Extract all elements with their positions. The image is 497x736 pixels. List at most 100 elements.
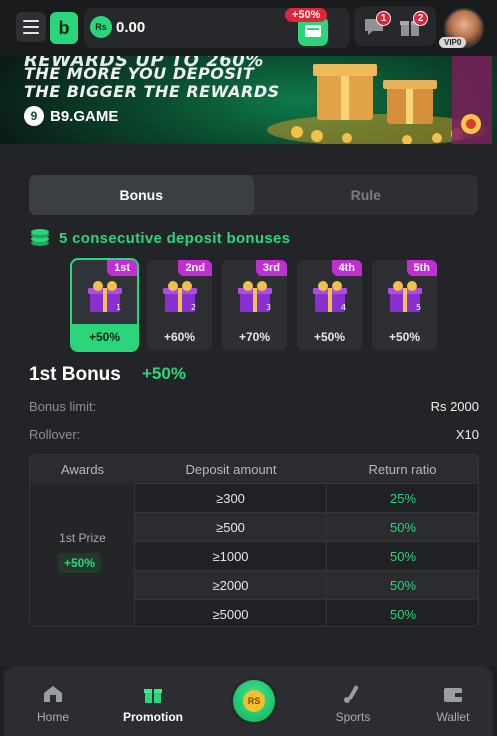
- prize-percent: +50%: [58, 553, 102, 573]
- column-header-awards: Awards: [60, 461, 105, 477]
- balance-amount: 0.00: [116, 19, 146, 36]
- brand-logo-icon: 9: [24, 106, 44, 126]
- menu-button[interactable]: [16, 12, 46, 42]
- banner-line-2: THE MORE YOU DEPOSIT: [24, 64, 255, 83]
- menu-icon-bar: [23, 20, 39, 22]
- bonus-limit-value: Rs 2000: [430, 399, 479, 414]
- banner-brand-name: B9.GAME: [50, 107, 119, 125]
- svg-text:2: 2: [191, 303, 196, 312]
- svg-text:3: 3: [266, 303, 271, 312]
- svg-text:5: 5: [416, 303, 421, 312]
- card-tag: 2nd: [178, 260, 212, 276]
- gift-box-icon: 1: [88, 281, 122, 312]
- balance-box: Rs 0.00 +50%: [84, 8, 350, 48]
- return-ratio-cell: 25%: [389, 490, 417, 506]
- gift-icon: [144, 689, 162, 703]
- vip-level-tag: VIP0: [439, 37, 467, 48]
- return-ratio-cell: 50%: [389, 519, 417, 535]
- table-row: ≥300 25%: [135, 483, 478, 512]
- menu-icon-bar: [23, 32, 39, 34]
- bonus-card-5[interactable]: 5th 5 +50%: [372, 260, 437, 350]
- bonus-card-1[interactable]: 1st 1 +50%: [70, 258, 139, 352]
- nav-sports-label: Sports: [335, 710, 371, 724]
- wallet-icon: [305, 25, 321, 37]
- message-count-badge: 1: [376, 11, 391, 26]
- svg-text:4: 4: [341, 303, 346, 312]
- menu-icon-bar: [23, 26, 39, 28]
- bonus-card-4[interactable]: 4th 4 +50%: [297, 260, 362, 350]
- app-logo[interactable]: b: [50, 12, 78, 44]
- prize-name: 1st Prize: [59, 531, 106, 545]
- table-row: ≥1000 50%: [135, 541, 478, 570]
- bonus-tabs: Bonus Rule: [29, 175, 478, 215]
- return-ratio-cell: 50%: [389, 548, 417, 564]
- gift-box-icon: 2: [163, 281, 197, 312]
- gift-box-coins-illustration: [267, 50, 492, 144]
- card-percent: +50%: [313, 330, 346, 344]
- card-percent: +60%: [163, 330, 196, 344]
- coins-icon: [31, 229, 49, 246]
- rupee-coin-icon: RS: [243, 690, 265, 712]
- rollover-row: Rollover: X10: [29, 427, 479, 442]
- rollover-value: X10: [455, 427, 479, 442]
- header-icon-group: 1 2: [354, 6, 436, 46]
- center-coin-button[interactable]: RS: [233, 680, 275, 722]
- nav-promotion-label: Promotion: [123, 710, 183, 724]
- bonus-card-2[interactable]: 2nd 2 +60%: [147, 260, 212, 350]
- gift-box-icon: 4: [313, 281, 347, 312]
- bonus-content: Bonus Rule 5 consecutive deposit bonuses…: [0, 144, 497, 666]
- card-percent: +50%: [72, 324, 137, 350]
- table-row: ≥500 50%: [135, 512, 478, 541]
- bonus-heading: 5 consecutive deposit bonuses: [29, 228, 290, 248]
- card-percent: +50%: [388, 330, 421, 344]
- tab-rule[interactable]: Rule: [254, 175, 479, 215]
- svg-text:1: 1: [116, 303, 121, 312]
- wallet-icon: [444, 688, 462, 702]
- home-icon: [44, 686, 62, 702]
- card-tag: 5th: [406, 260, 437, 276]
- card-tag: 4th: [331, 260, 362, 276]
- gift-count-badge: 2: [413, 11, 428, 26]
- deposit-amount-cell: ≥300: [135, 484, 327, 512]
- rollover-label: Rollover:: [29, 427, 81, 442]
- rupee-coin-icon: Rs: [90, 16, 112, 38]
- cricket-icon: [344, 685, 359, 703]
- gift-box-icon: 5: [388, 281, 422, 312]
- table-row: ≥5000 50%: [135, 599, 478, 626]
- card-tag: 1st: [107, 260, 137, 276]
- bonus-heading-text: 5 consecutive deposit bonuses: [59, 229, 291, 247]
- nav-home[interactable]: Home: [8, 684, 98, 724]
- deposit-amount-cell: ≥5000: [135, 600, 327, 626]
- banner-brand: 9 B9.GAME: [24, 106, 118, 126]
- bottom-navigation: Home Promotion RS Sports Wallet: [4, 666, 493, 736]
- deposit-amount-cell: ≥500: [135, 513, 327, 541]
- bonus-limit-label: Bonus limit:: [29, 399, 97, 414]
- nav-promotion[interactable]: Promotion: [108, 684, 198, 724]
- prize-cell: 1st Prize +50%: [30, 483, 135, 626]
- awards-table: Awards Deposit amount Return ratio 1st P…: [29, 454, 479, 627]
- deposit-amount-cell: ≥2000: [135, 571, 327, 599]
- column-header-deposit: Deposit amount: [185, 461, 277, 477]
- column-header-return: Return ratio: [368, 461, 437, 477]
- card-tag: 3rd: [255, 260, 287, 276]
- table-row: ≥2000 50%: [135, 570, 478, 599]
- table-header: Awards Deposit amount Return ratio: [30, 455, 478, 483]
- deposit-amount-cell: ≥1000: [135, 542, 327, 570]
- top-header: b Rs 0.00 +50% 1 2 VIP0: [0, 0, 497, 56]
- deposit-bonus-badge: +50%: [285, 8, 328, 22]
- banner-line-3: THE BIGGER THE REWARDS: [24, 82, 280, 101]
- bonus-limit-row: Bonus limit: Rs 2000: [29, 399, 479, 414]
- nav-sports[interactable]: Sports: [308, 684, 398, 724]
- selected-bonus-percent: +50%: [142, 364, 186, 383]
- nav-wallet-label: Wallet: [436, 710, 470, 724]
- tab-bonus[interactable]: Bonus: [29, 175, 254, 215]
- deposit-bonus-cards: 1st 1 +50% 2nd 2 +60% 3rd 3 +70% 4th 4 +…: [70, 258, 437, 352]
- promotion-page: REWARDS UP TO 260% THE MORE YOU DEPOSIT …: [0, 0, 497, 736]
- nav-home-label: Home: [36, 710, 69, 724]
- bonus-card-3[interactable]: 3rd 3 +70%: [222, 260, 287, 350]
- card-percent: +70%: [238, 330, 271, 344]
- gift-box-icon: 3: [238, 281, 272, 312]
- return-ratio-cell: 50%: [389, 606, 417, 622]
- nav-wallet[interactable]: Wallet: [408, 684, 497, 724]
- return-ratio-cell: 50%: [389, 577, 417, 593]
